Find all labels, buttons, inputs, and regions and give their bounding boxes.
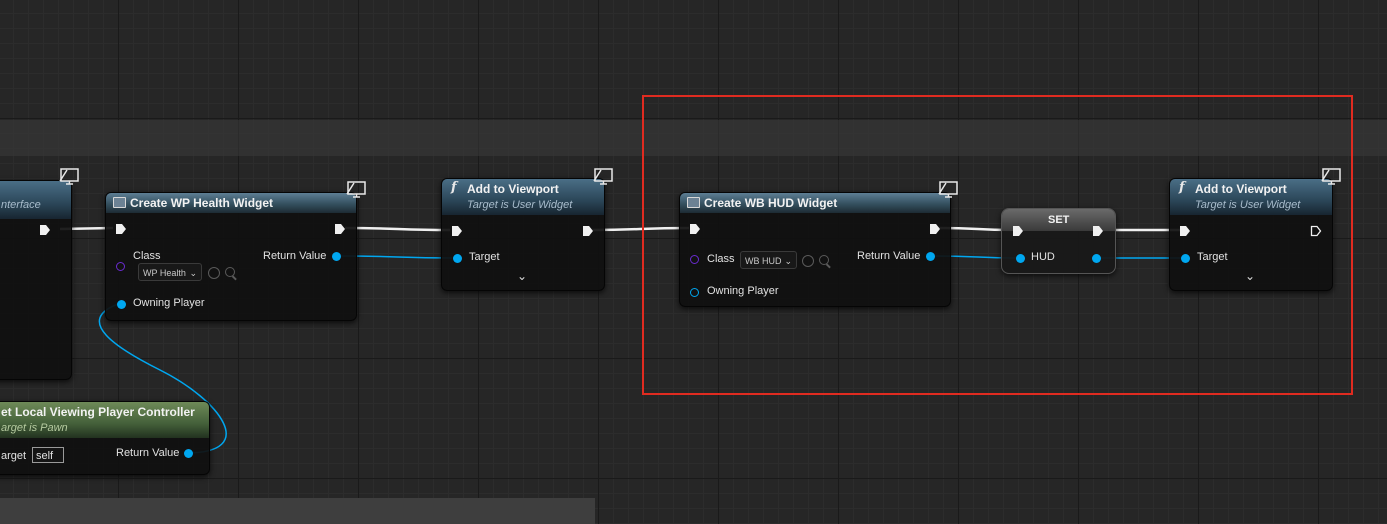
return-value-label: Return Value: [263, 250, 327, 262]
node-title: et Local Viewing Player Controller: [1, 405, 195, 419]
class-label: Class: [133, 250, 161, 262]
get-local-viewing-player-controller-node[interactable]: et Local Viewing Player Controller arget…: [0, 401, 210, 475]
add-to-viewport-node-1[interactable]: f Add to Viewport Target is User Widget …: [441, 178, 605, 291]
function-icon: f: [451, 180, 457, 195]
class-dropdown-value: WP Health: [143, 268, 186, 278]
exec-wire: [344, 226, 451, 232]
interface-node[interactable]: nterface: [0, 180, 72, 380]
class-pin[interactable]: [116, 262, 125, 271]
create-wp-health-widget-node[interactable]: Create WP Health Widget Class WP Health …: [105, 192, 357, 321]
return-value-label: Return Value: [116, 447, 180, 459]
node-title: Create WP Health Widget: [130, 196, 274, 210]
exec-out-pin[interactable]: [39, 224, 51, 236]
return-value-pin[interactable]: [184, 449, 193, 458]
owning-player-pin[interactable]: [117, 300, 126, 309]
node-subtitle: nterface: [1, 199, 41, 211]
return-value-pin[interactable]: [332, 252, 341, 261]
exec-out-pin[interactable]: [334, 223, 346, 235]
exec-in-pin[interactable]: [451, 225, 463, 237]
target-self-field[interactable]: self: [32, 447, 64, 463]
expand-chevron-icon[interactable]: ⌄: [517, 269, 527, 283]
exec-out-pin[interactable]: [582, 225, 594, 237]
search-icon[interactable]: [225, 267, 235, 277]
node-subtitle: Target is User Widget: [467, 199, 573, 211]
monitor-icon: [59, 168, 79, 185]
node-title: Add to Viewport: [467, 182, 559, 196]
monitor-icon: [346, 181, 366, 198]
data-wire: [340, 255, 453, 259]
target-label: arget: [1, 450, 27, 462]
target-pin[interactable]: [453, 254, 462, 263]
browse-icon[interactable]: [208, 267, 220, 279]
highlight-box: [642, 95, 1353, 395]
monitor-icon: [593, 168, 613, 185]
node-subtitle: arget is Pawn: [1, 422, 68, 434]
chevron-down-icon: ⌄: [189, 268, 197, 278]
exec-in-pin[interactable]: [115, 223, 127, 235]
target-label: Target: [469, 251, 500, 263]
class-dropdown[interactable]: WP Health ⌄: [138, 263, 202, 281]
owning-player-label: Owning Player: [133, 297, 205, 309]
widget-icon: [113, 197, 126, 208]
